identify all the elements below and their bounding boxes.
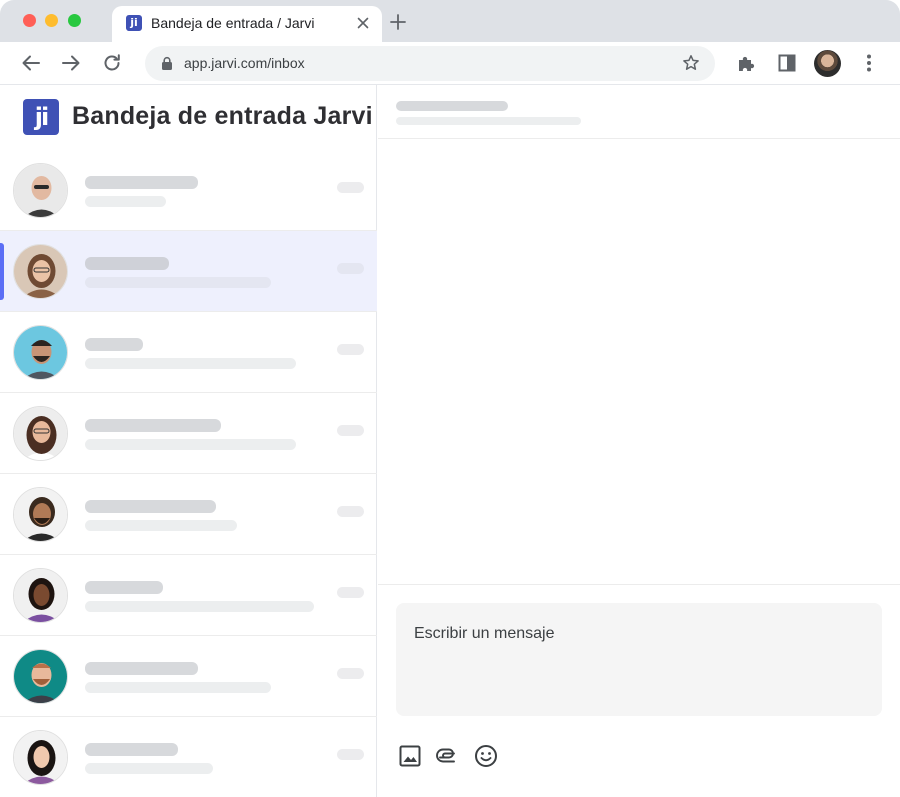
bookmark-star-icon[interactable] <box>682 54 700 72</box>
contact-avatar <box>13 649 68 704</box>
close-window-button[interactable] <box>23 14 36 27</box>
reload-icon[interactable] <box>101 52 123 74</box>
maximize-window-button[interactable] <box>68 14 81 27</box>
message-placeholder <box>85 520 237 531</box>
extensions-puzzle-icon[interactable] <box>736 52 758 74</box>
side-panel-icon[interactable] <box>776 52 798 74</box>
message-placeholder <box>85 439 296 450</box>
browser-window: ji Bandeja de entrada / Jarvi app.jarvi.… <box>0 0 900 797</box>
contact-avatar <box>13 568 68 623</box>
time-placeholder <box>337 182 364 193</box>
contact-avatar <box>13 325 68 380</box>
tab-strip: ji Bandeja de entrada / Jarvi <box>0 0 900 42</box>
contact-avatar <box>13 487 68 542</box>
name-placeholder <box>85 419 221 432</box>
inbox-sidebar: ji Bandeja de entrada Jarvi <box>0 85 377 797</box>
message-placeholder <box>85 358 296 369</box>
url-text: app.jarvi.com/inbox <box>184 55 305 71</box>
contact-avatar <box>13 163 68 218</box>
message-placeholder <box>85 277 271 288</box>
message-thread[interactable] <box>378 140 900 585</box>
contact-avatar <box>13 406 68 461</box>
message-input[interactable]: Escribir un mensaje <box>414 625 555 643</box>
time-placeholder <box>337 506 364 517</box>
profile-avatar[interactable] <box>814 50 841 77</box>
back-arrow-icon[interactable] <box>20 52 42 74</box>
emoji-icon[interactable] <box>474 744 498 768</box>
time-placeholder <box>337 749 364 760</box>
contact-avatar <box>13 730 68 785</box>
tab-title: Bandeja de entrada / Jarvi <box>151 15 315 31</box>
image-icon[interactable] <box>398 744 422 768</box>
time-placeholder <box>337 587 364 598</box>
contact-name-placeholder <box>396 101 508 111</box>
conversation-item-active[interactable] <box>0 231 377 312</box>
close-tab-icon[interactable] <box>354 14 372 32</box>
minimize-window-button[interactable] <box>45 14 58 27</box>
message-composer[interactable]: Escribir un mensaje <box>396 603 882 716</box>
name-placeholder <box>85 338 143 351</box>
contact-avatar <box>13 244 68 299</box>
conversation-item[interactable] <box>0 393 377 474</box>
new-tab-icon[interactable] <box>388 12 408 32</box>
time-placeholder <box>337 668 364 679</box>
browser-tab[interactable]: ji Bandeja de entrada / Jarvi <box>112 6 382 42</box>
time-placeholder <box>337 263 364 274</box>
page-title: Bandeja de entrada Jarvi <box>72 102 373 130</box>
attachment-icon[interactable] <box>436 744 460 768</box>
contact-status-placeholder <box>396 117 581 125</box>
conversation-item[interactable] <box>0 474 377 555</box>
jarvi-logo: ji <box>23 99 59 135</box>
browser-toolbar: app.jarvi.com/inbox <box>0 42 900 85</box>
message-placeholder <box>85 682 271 693</box>
more-menu-icon[interactable] <box>858 52 880 74</box>
conversation-item[interactable] <box>0 555 377 636</box>
forward-arrow-icon[interactable] <box>60 52 82 74</box>
name-placeholder <box>85 176 198 189</box>
brand-header: ji Bandeja de entrada Jarvi <box>0 85 377 150</box>
chat-header <box>378 85 900 139</box>
conversation-list <box>0 150 377 797</box>
name-placeholder <box>85 743 178 756</box>
message-placeholder <box>85 196 166 207</box>
conversation-item[interactable] <box>0 636 377 717</box>
lock-icon <box>162 56 172 70</box>
name-placeholder <box>85 500 216 513</box>
time-placeholder <box>337 425 364 436</box>
address-bar[interactable]: app.jarvi.com/inbox <box>145 46 715 81</box>
message-placeholder <box>85 763 213 774</box>
name-placeholder <box>85 662 198 675</box>
time-placeholder <box>337 344 364 355</box>
active-indicator <box>0 243 4 300</box>
message-placeholder <box>85 601 314 612</box>
conversation-item[interactable] <box>0 150 377 231</box>
chat-pane: Escribir un mensaje <box>378 85 900 797</box>
conversation-item[interactable] <box>0 312 377 393</box>
name-placeholder <box>85 257 169 270</box>
favicon-icon: ji <box>126 15 142 31</box>
conversation-item[interactable] <box>0 717 377 797</box>
name-placeholder <box>85 581 163 594</box>
